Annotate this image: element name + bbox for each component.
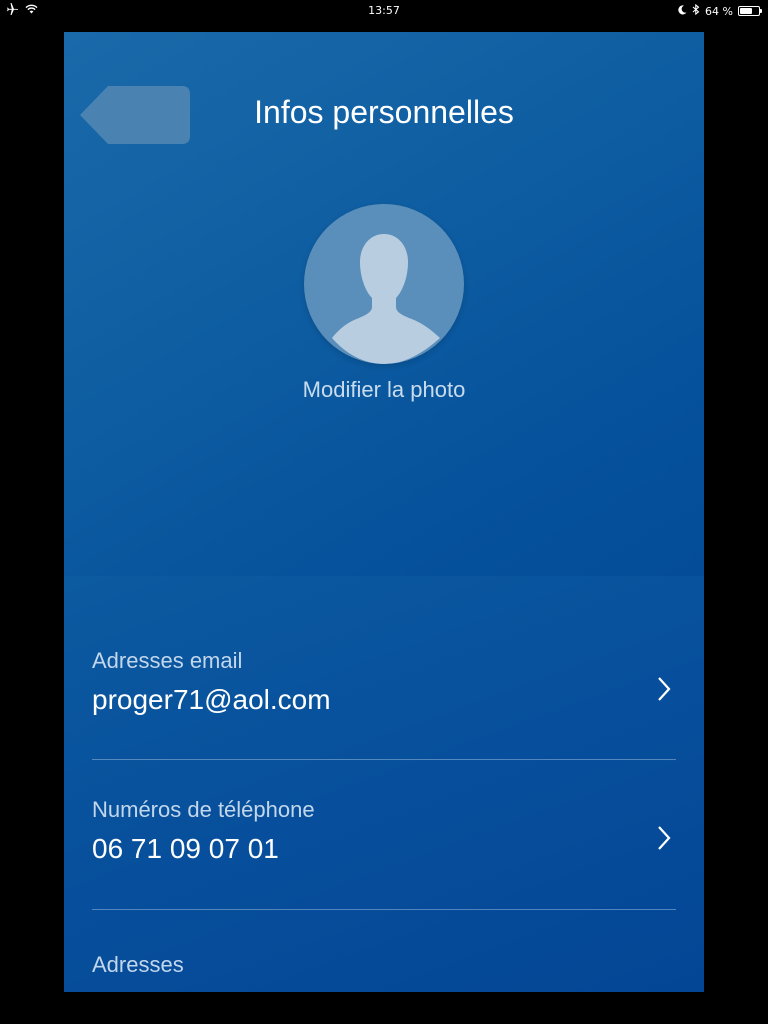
list-item-addresses[interactable]: Adresses <box>92 952 676 978</box>
battery-tip <box>760 9 762 13</box>
battery-fill <box>740 8 752 14</box>
personal-info-list: Adresses email proger71@aol.com Numéros … <box>64 576 704 992</box>
profile-header: Infos personnelles Modifier la photo <box>64 32 704 576</box>
list-item-phone[interactable]: Numéros de téléphone 06 71 09 07 01 <box>92 797 676 865</box>
app-window: Infos personnelles Modifier la photo Adr… <box>64 32 704 992</box>
moon-icon <box>678 4 687 18</box>
status-bar: 13:57 64 % <box>0 0 768 22</box>
battery-percent: 64 % <box>705 4 733 18</box>
email-label: Adresses email <box>92 648 243 673</box>
list-item-email[interactable]: Adresses email proger71@aol.com <box>92 648 676 716</box>
status-time: 13:57 <box>368 4 400 17</box>
modify-photo-link[interactable]: Modifier la photo <box>64 377 704 403</box>
user-silhouette-icon <box>332 234 440 364</box>
phone-label: Numéros de téléphone <box>92 797 315 822</box>
addresses-label: Adresses <box>92 952 184 977</box>
avatar[interactable] <box>304 204 464 364</box>
divider <box>92 759 676 760</box>
divider <box>92 909 676 910</box>
phone-value: 06 71 09 07 01 <box>92 833 279 864</box>
battery-icon <box>738 6 762 16</box>
page-title: Infos personnelles <box>254 94 514 130</box>
status-right: 64 % <box>678 3 762 18</box>
chevron-right-icon <box>658 677 671 701</box>
email-value: proger71@aol.com <box>92 684 331 715</box>
chevron-right-icon <box>658 826 671 850</box>
bluetooth-icon <box>692 3 700 18</box>
